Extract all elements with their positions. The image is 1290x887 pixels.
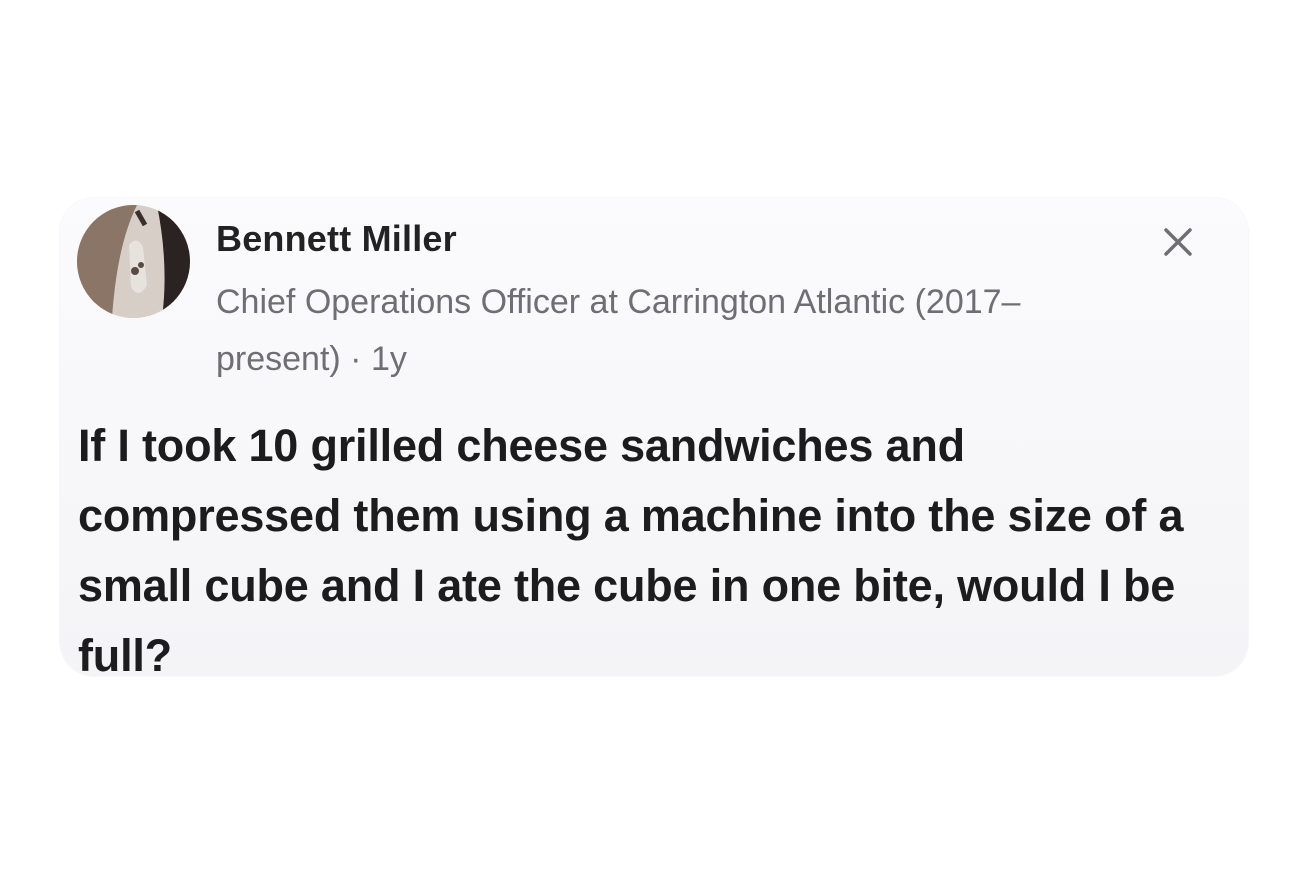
author-avatar[interactable] [77, 205, 190, 318]
question-text[interactable]: If I took 10 grilled cheese sandwiches a… [78, 411, 1208, 691]
author-credential: Chief Operations Officer at Carrington A… [216, 283, 1021, 378]
post-card: Bennett Miller Chief Operations Officer … [60, 198, 1248, 681]
page: Bennett Miller Chief Operations Officer … [0, 0, 1290, 887]
close-icon[interactable] [1156, 220, 1200, 264]
avatar-photo [77, 205, 190, 318]
author-name[interactable]: Bennett Miller [216, 218, 457, 260]
